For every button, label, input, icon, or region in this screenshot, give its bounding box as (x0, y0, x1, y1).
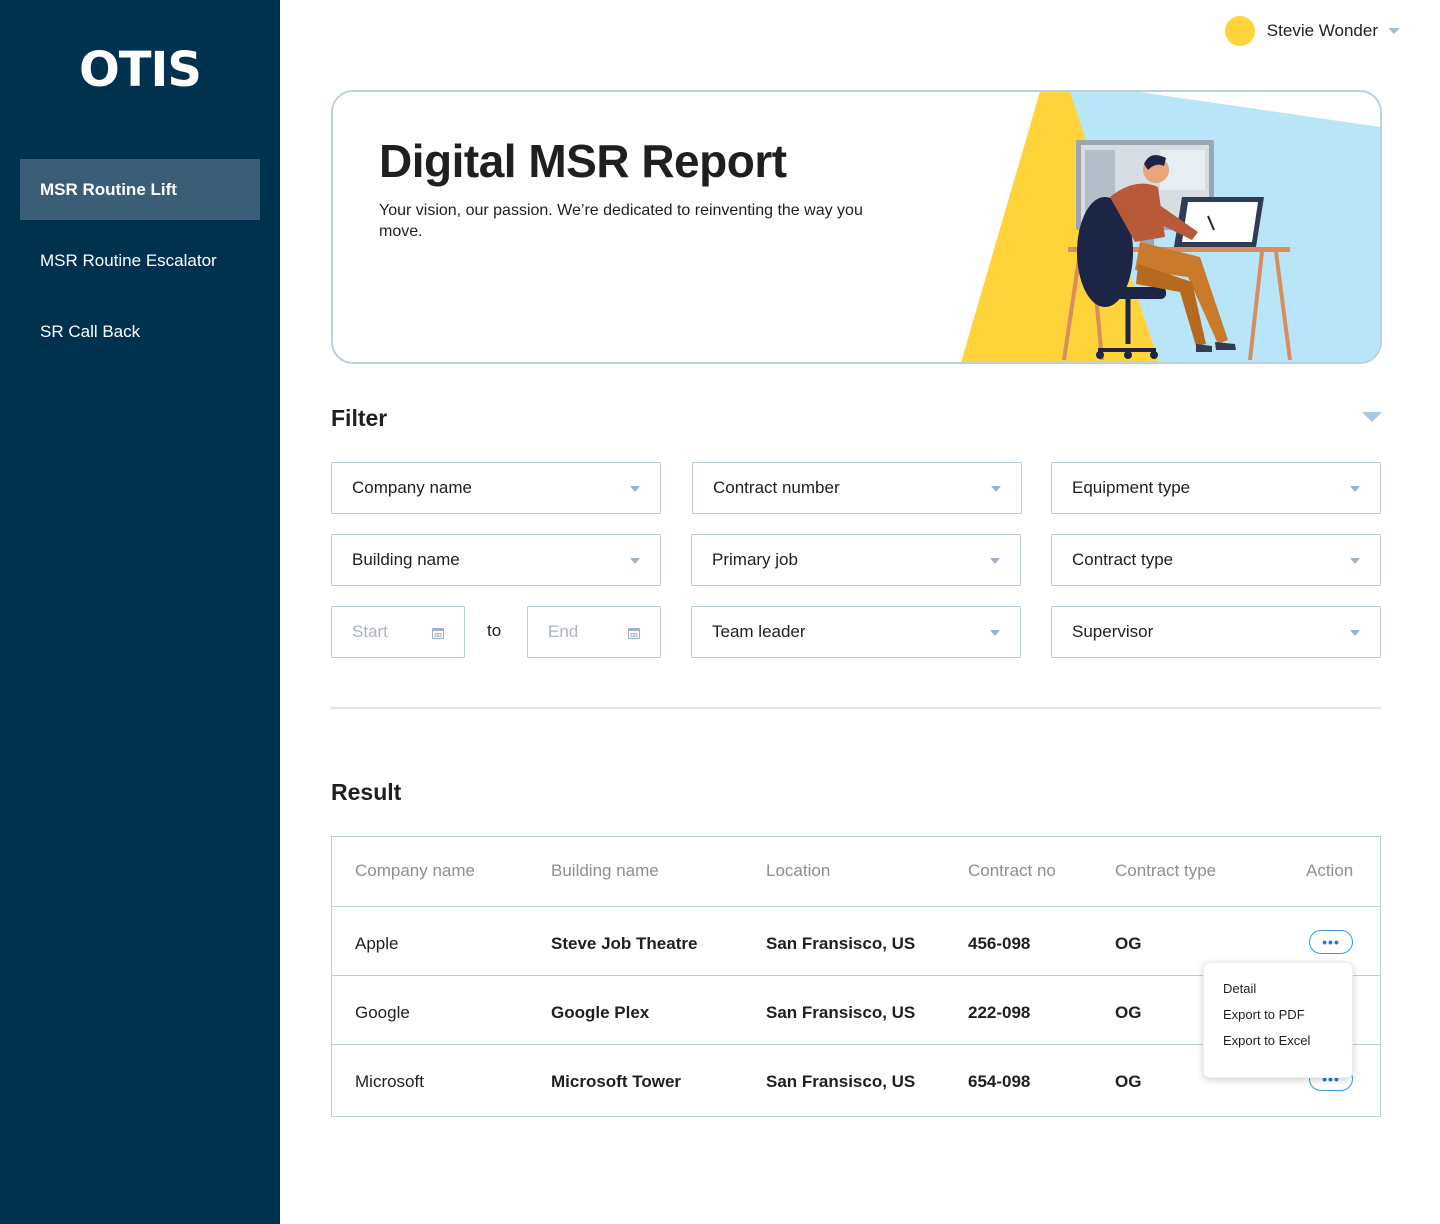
column-header-building-name[interactable]: Building name (551, 861, 659, 881)
contract-number-select[interactable]: Contract number (692, 462, 1022, 514)
column-header-contract-type[interactable]: Contract type (1115, 861, 1216, 881)
calendar-icon (628, 628, 640, 639)
collapse-filter-icon[interactable] (1362, 412, 1382, 422)
cell-building: Google Plex (551, 1003, 650, 1022)
cell-location: San Fransisco, US (766, 934, 916, 953)
company-name-select[interactable]: Company name (331, 462, 661, 514)
avatar (1224, 16, 1255, 46)
start-date-placeholder: Start (352, 622, 388, 641)
cell-contract-type: OG (1115, 934, 1142, 953)
cell-company: Apple (355, 934, 399, 953)
user-menu[interactable]: Stevie Wonder (1224, 16, 1400, 46)
cell-company: Microsoft (355, 1072, 424, 1091)
divider (331, 707, 1382, 709)
contract-type-select[interactable]: Contract type (1051, 534, 1381, 586)
chevron-down-icon (1388, 28, 1400, 34)
user-name: Stevie Wonder (1266, 21, 1378, 40)
chevron-down-icon (1350, 558, 1360, 564)
building-name-select[interactable]: Building name (331, 534, 661, 586)
otis-logo[interactable]: OTIS (0, 42, 280, 98)
equipment-type-select[interactable]: Equipment type (1051, 462, 1381, 514)
company-name-select-label: Company name (352, 478, 473, 497)
action-menu: Detail Export to PDF Export to Excel (1203, 962, 1353, 1078)
start-date-input[interactable]: Start (331, 606, 465, 658)
menu-item-export-pdf[interactable]: Export to PDF (1204, 1007, 1352, 1033)
supervisor-select[interactable]: Supervisor (1051, 606, 1381, 658)
result-title: Result (331, 779, 402, 805)
chevron-down-icon (1350, 630, 1360, 636)
cell-building: Steve Job Theatre (551, 934, 698, 953)
chevron-down-icon (990, 558, 1000, 564)
menu-item-detail[interactable]: Detail (1204, 981, 1352, 1007)
contract-number-select-label: Contract number (713, 478, 840, 497)
cell-contract-type: OG (1115, 1003, 1142, 1022)
primary-job-select-label: Primary job (712, 550, 798, 569)
designer-illustration (961, 92, 1380, 362)
page-title: Digital MSR Report (379, 135, 787, 187)
column-header-company-name[interactable]: Company name (355, 861, 475, 881)
chevron-down-icon (1350, 486, 1360, 492)
cell-contract-no: 456-098 (968, 934, 1031, 953)
cell-location: San Fransisco, US (766, 1003, 916, 1022)
cell-location: San Fransisco, US (766, 1072, 916, 1091)
sidebar-item-sr-call-back[interactable]: SR Call Back (20, 301, 260, 362)
chevron-down-icon (630, 558, 640, 564)
hero-subtitle: Your vision, our passion. We’re dedicate… (379, 202, 863, 240)
team-leader-select-label: Team leader (712, 622, 806, 641)
chevron-down-icon (630, 486, 640, 492)
cell-contract-type: OG (1115, 1072, 1142, 1091)
hero-banner: Digital MSR Report Your vision, our pass… (331, 90, 1382, 364)
menu-item-export-excel[interactable]: Export to Excel (1204, 1033, 1352, 1059)
cell-building: Microsoft Tower (551, 1072, 682, 1091)
column-header-action: Action (1306, 861, 1354, 880)
sidebar: OTIS MSR Routine Lift MSR Routine Escala… (0, 0, 280, 1224)
supervisor-select-label: Supervisor (1072, 622, 1154, 641)
cell-company: Google (355, 1003, 410, 1022)
calendar-icon (432, 628, 444, 639)
chevron-down-icon (990, 630, 1000, 636)
cell-contract-no: 654-098 (968, 1072, 1031, 1091)
equipment-type-select-label: Equipment type (1072, 478, 1191, 497)
sidebar-item-msr-routine-lift[interactable]: MSR Routine Lift (20, 159, 260, 220)
sidebar-item-msr-routine-escalator[interactable]: MSR Routine Escalator (20, 230, 260, 291)
column-header-location[interactable]: Location (766, 861, 830, 881)
cell-contract-no: 222-098 (968, 1003, 1031, 1022)
chevron-down-icon (991, 486, 1001, 492)
end-date-input[interactable]: End (527, 606, 661, 658)
building-name-select-label: Building name (352, 550, 460, 569)
team-leader-select[interactable]: Team leader (691, 606, 1021, 658)
primary-job-select[interactable]: Primary job (691, 534, 1021, 586)
more-actions-button[interactable]: ••• (1309, 930, 1353, 954)
filter-title: Filter (331, 405, 388, 431)
date-range-separator: to (487, 621, 502, 640)
end-date-placeholder: End (548, 622, 579, 641)
contract-type-select-label: Contract type (1072, 550, 1174, 569)
column-header-contract-no[interactable]: Contract no (968, 861, 1056, 881)
